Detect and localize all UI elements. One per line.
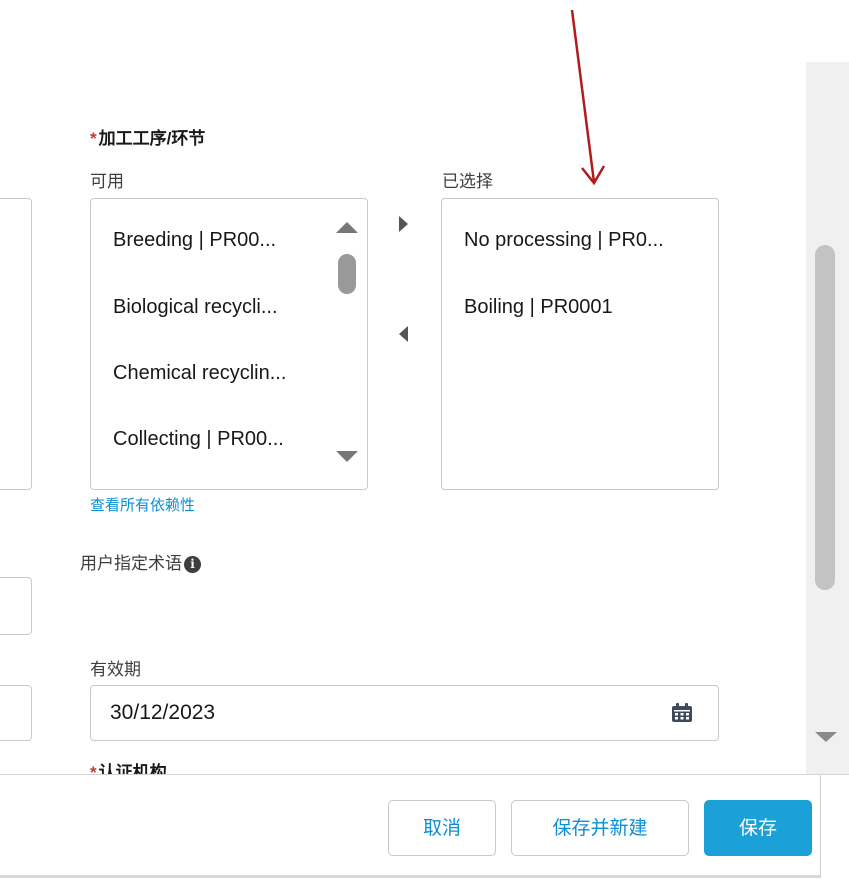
user-term-field-label: 用户指定术语 i [80, 549, 201, 574]
process-label-text: 加工工序/环节 [98, 129, 206, 148]
info-icon[interactable]: i [184, 556, 201, 574]
save-button[interactable]: 保存 [704, 800, 812, 856]
listbox-scroll-up-icon[interactable] [336, 222, 358, 233]
validity-date-value: 30/12/2023 [110, 701, 216, 724]
save-and-new-button[interactable]: 保存并新建 [511, 800, 689, 856]
selected-option[interactable]: Boiling | PR0001 [464, 296, 613, 319]
available-list-label: 可用 [90, 172, 124, 191]
left-column-field[interactable] [0, 577, 32, 635]
selected-option[interactable]: No processing | PR0... [464, 229, 664, 252]
cert-body-label-text: 认证机构 [98, 763, 167, 774]
listbox-scrollbar-thumb[interactable] [338, 254, 356, 294]
available-option[interactable]: Chemical recyclin... [113, 362, 286, 385]
selected-list-label: 已选择 [442, 172, 493, 191]
scroll-down-arrow-icon[interactable] [815, 732, 837, 742]
validity-field-label: 有效期 [90, 660, 141, 679]
required-marker: * [90, 129, 97, 148]
move-to-available-icon[interactable] [399, 326, 408, 342]
required-marker: * [90, 763, 97, 774]
cert-body-field-label: * 认证机构 [90, 758, 167, 774]
view-dependencies-link[interactable]: 查看所有依赖性 [90, 494, 195, 515]
calendar-icon[interactable] [671, 703, 693, 723]
left-column-field[interactable] [0, 198, 32, 490]
process-field-label: * 加工工序/环节 [90, 124, 205, 149]
move-to-selected-icon[interactable] [399, 216, 408, 232]
modal-scrollbar-thumb[interactable] [815, 245, 835, 590]
selected-listbox[interactable]: No processing | PR0... Boiling | PR0001 [441, 198, 719, 490]
listbox-scroll-down-icon[interactable] [336, 451, 358, 462]
footer-edge [820, 775, 821, 878]
available-option[interactable]: Collecting | PR00... [113, 428, 284, 451]
left-column-field[interactable] [0, 685, 32, 741]
available-option[interactable]: Biological recycli... [113, 296, 278, 319]
available-option[interactable]: Breeding | PR00... [113, 229, 276, 252]
validity-date-input[interactable]: 30/12/2023 [90, 685, 719, 741]
available-listbox[interactable]: Breeding | PR00... Biological recycli...… [90, 198, 368, 490]
footer-shadow [0, 875, 820, 878]
user-term-label-text: 用户指定术语 [80, 554, 182, 573]
cancel-button[interactable]: 取消 [388, 800, 496, 856]
annotation-arrow [570, 9, 606, 186]
